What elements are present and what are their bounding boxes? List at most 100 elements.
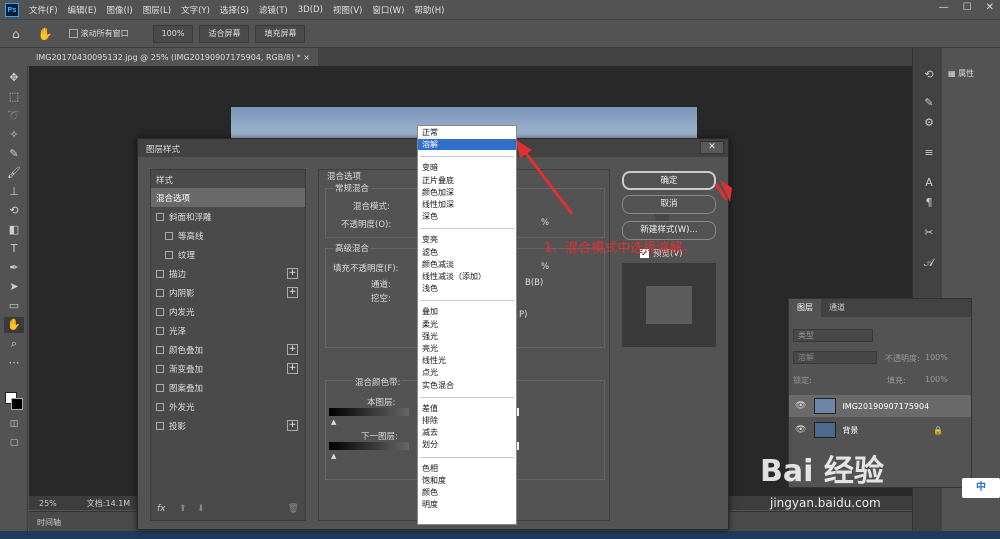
glyphs-panel-icon[interactable]: 𝒜 xyxy=(921,256,937,272)
blend-mode-option[interactable]: 减去 xyxy=(418,427,516,438)
style-item[interactable]: 内发光 xyxy=(151,302,305,321)
history-brush-icon[interactable]: ⟲ xyxy=(4,203,24,219)
this-layer-gradient-bar[interactable] xyxy=(329,408,409,416)
blend-mode-option[interactable]: 正片叠底 xyxy=(418,175,516,186)
character-panel-icon[interactable]: A xyxy=(921,176,937,192)
background-color-swatch[interactable] xyxy=(11,398,23,410)
blend-mode-option[interactable]: 实色混合 xyxy=(418,380,516,391)
eyedropper-tool-icon[interactable]: ✎ xyxy=(4,146,24,162)
checkbox-icon[interactable] xyxy=(156,345,164,354)
blend-mode-option[interactable]: 溶解 xyxy=(418,139,516,151)
style-item[interactable]: 混合选项 xyxy=(151,188,305,207)
blend-mode-option[interactable]: 颜色加深 xyxy=(418,187,516,198)
tools-preset-icon[interactable]: ✂ xyxy=(921,226,937,242)
slider-black-handle-icon[interactable]: ▲ xyxy=(331,418,336,426)
zoom-tool-icon[interactable]: ⌕ xyxy=(4,336,24,352)
checkbox-icon[interactable] xyxy=(156,421,164,430)
trash-icon[interactable]: 🗑 xyxy=(288,504,299,514)
menu-file[interactable]: 文件(F) xyxy=(29,4,58,16)
blend-mode-option[interactable]: 变亮 xyxy=(418,234,516,245)
blend-mode-option[interactable]: 饱和度 xyxy=(418,475,516,486)
style-item[interactable]: 描边 + xyxy=(151,264,305,283)
blend-mode-option[interactable]: 叠加 xyxy=(418,306,516,317)
add-icon[interactable]: + xyxy=(287,287,298,298)
visibility-eye-icon[interactable]: 👁 xyxy=(795,401,806,411)
pen-tool-icon[interactable]: ✒ xyxy=(4,260,24,276)
blend-mode-option[interactable]: 明度 xyxy=(418,499,516,510)
checkbox-icon[interactable] xyxy=(156,212,164,221)
style-item[interactable]: 光泽 xyxy=(151,321,305,340)
menu-3d[interactable]: 3D(D) xyxy=(298,5,323,15)
quick-mask-icon[interactable]: ◫ xyxy=(4,416,24,432)
stamp-tool-icon[interactable]: ⊥ xyxy=(4,184,24,200)
history-panel-icon[interactable]: ⟲ xyxy=(921,68,937,84)
hand-tool-icon[interactable]: ✋ xyxy=(38,27,53,41)
visibility-eye-icon[interactable]: 👁 xyxy=(795,425,806,435)
menu-view[interactable]: 视图(V) xyxy=(333,4,362,16)
type-tool-icon[interactable]: T xyxy=(4,241,24,257)
channel-b-checkbox[interactable]: B(B) xyxy=(525,278,543,288)
style-item[interactable]: 外发光 xyxy=(151,397,305,416)
blend-mode-option[interactable]: 线性减淡（添加） xyxy=(418,271,516,282)
style-item[interactable]: 斜面和浮雕 xyxy=(151,207,305,226)
scroll-all-windows-checkbox[interactable]: 滚动所有窗口 xyxy=(68,28,129,39)
magic-wand-tool-icon[interactable]: ✧ xyxy=(4,127,24,143)
blend-mode-option[interactable]: 变暗 xyxy=(418,162,516,173)
menu-filter[interactable]: 滤镜(T) xyxy=(259,4,288,16)
blend-mode-option[interactable]: 点光 xyxy=(418,367,516,378)
checkbox-icon[interactable] xyxy=(165,231,173,240)
menu-type[interactable]: 文字(Y) xyxy=(181,4,210,16)
path-selection-icon[interactable]: ➤ xyxy=(4,279,24,295)
opacity-value[interactable]: 100% xyxy=(925,353,948,362)
fill-screen-button[interactable]: 填充屏幕 xyxy=(255,24,306,43)
maximize-icon[interactable]: ☐ xyxy=(963,2,972,13)
checkbox-icon[interactable] xyxy=(156,288,164,297)
status-zoom[interactable]: 25% xyxy=(39,499,57,508)
checkbox-icon[interactable] xyxy=(156,269,164,278)
timeline-tab[interactable]: 时间轴 xyxy=(37,518,61,527)
style-item[interactable]: 投影 + xyxy=(151,416,305,435)
menu-select[interactable]: 选择(S) xyxy=(220,4,249,16)
brush-tool-icon[interactable]: 🖌 xyxy=(4,165,24,181)
style-item[interactable]: 颜色叠加 + xyxy=(151,340,305,359)
blend-mode-option[interactable]: 柔光 xyxy=(418,319,516,330)
move-up-icon[interactable]: ⬆ xyxy=(179,504,187,514)
add-icon[interactable]: + xyxy=(287,363,298,374)
blend-mode-option[interactable]: 亮光 xyxy=(418,343,516,354)
document-tab[interactable]: IMG20170430095132.jpg @ 25% (IMG20190907… xyxy=(28,48,318,66)
checkbox-icon[interactable] xyxy=(165,250,173,259)
eraser-tool-icon[interactable]: ◧ xyxy=(4,222,24,238)
rectangle-tool-icon[interactable]: ▭ xyxy=(4,298,24,314)
blend-mode-option[interactable]: 差值 xyxy=(418,403,516,414)
fill-value[interactable]: 100% xyxy=(925,375,948,384)
menu-help[interactable]: 帮助(H) xyxy=(414,4,444,16)
slider-black-handle-icon[interactable]: ▲ xyxy=(331,452,336,460)
menu-edit[interactable]: 编辑(E) xyxy=(68,4,97,16)
close-icon[interactable]: ✕ xyxy=(986,2,994,13)
layer-kind-filter[interactable]: 类型 xyxy=(793,329,873,342)
hand-tool-active-icon[interactable]: ✋ xyxy=(4,317,24,333)
add-icon[interactable]: + xyxy=(287,420,298,431)
lasso-tool-icon[interactable]: ➰ xyxy=(4,108,24,124)
layer-row[interactable]: 👁 IMG20190907175904 xyxy=(789,395,971,417)
properties-tab[interactable]: ▦ 属性 xyxy=(948,68,974,79)
checkbox-icon[interactable] xyxy=(156,307,164,316)
add-icon[interactable]: + xyxy=(287,268,298,279)
checkbox-icon[interactable] xyxy=(156,364,164,373)
minimize-icon[interactable]: — xyxy=(939,2,949,13)
blend-mode-option[interactable]: 色相 xyxy=(418,463,516,474)
blend-mode-option[interactable]: 线性加深 xyxy=(418,199,516,210)
marquee-tool-icon[interactable]: ⬚ xyxy=(4,89,24,105)
layer-row[interactable]: 👁 背景 🔒 xyxy=(789,419,971,441)
blend-mode-option[interactable]: 正常 xyxy=(418,127,516,138)
blend-mode-dropdown[interactable]: 正常 溶解 变暗 正片叠底 颜色加深 线性加深 深色 变亮 滤色 颜色减淡 线性减淡（添加） 浅色 叠加… xyxy=(417,125,517,525)
checkbox-icon[interactable] xyxy=(156,383,164,392)
more-tools-icon[interactable]: ⋯ xyxy=(4,355,24,371)
menu-layer[interactable]: 图层(L) xyxy=(143,4,171,16)
styles-panel-icon[interactable]: ≡ xyxy=(921,146,937,162)
style-item[interactable]: 等高线 xyxy=(151,226,305,245)
tab-channels[interactable]: 通道 xyxy=(821,299,853,317)
blend-mode-option[interactable]: 强光 xyxy=(418,331,516,342)
style-item[interactable]: 渐变叠加 + xyxy=(151,359,305,378)
fx-icon[interactable]: fx xyxy=(157,504,166,514)
